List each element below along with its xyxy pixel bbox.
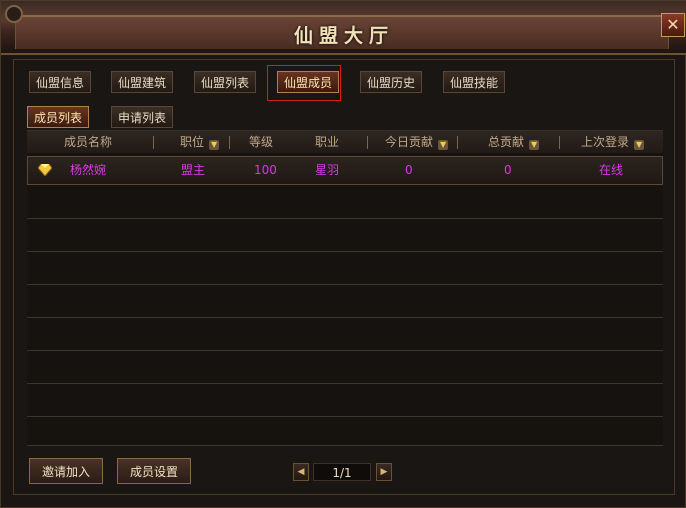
active-tab-highlight <box>267 65 341 101</box>
member-level: 100 <box>254 163 277 177</box>
tab-guild-list[interactable]: 仙盟列表 <box>194 71 257 93</box>
table-header: 成员名称 职位 ▼ 等级 职业 今日贡献 ▼ 总贡献 ▼ 上次登录 ▼ <box>27 131 663 153</box>
tab-guild-history[interactable]: 仙盟历史 <box>360 71 423 93</box>
member-name: 杨然婉 <box>70 163 107 177</box>
header-last-login-label: 上次登录 <box>581 135 630 149</box>
member-total-contribution: 0 <box>504 163 512 177</box>
subtab-member-list[interactable]: 成员列表 <box>27 106 90 128</box>
header-last-login[interactable]: 上次登录 ▼ <box>581 131 645 153</box>
sort-arrow-icon[interactable]: ▼ <box>209 140 220 150</box>
header-class: 职业 <box>315 135 340 149</box>
invite-button[interactable]: 邀请加入 <box>29 458 104 484</box>
member-today-contribution: 0 <box>405 163 413 177</box>
header-total-contribution-label: 总贡献 <box>488 135 525 149</box>
member-settings-button[interactable]: 成员设置 <box>117 458 192 484</box>
table-row <box>27 351 663 384</box>
sort-arrow-icon[interactable]: ▼ <box>634 140 645 150</box>
member-last-login: 在线 <box>599 163 624 177</box>
prev-page-icon[interactable]: ◀ <box>293 463 309 481</box>
member-class: 星羽 <box>315 163 340 177</box>
tab-guild-buildings[interactable]: 仙盟建筑 <box>111 71 174 93</box>
guild-hall-window: 仙盟大厅 ✕ 仙盟信息 仙盟建筑 仙盟列表 仙盟成员 仙盟历史 仙盟技能 成员列… <box>0 0 686 508</box>
header-position[interactable]: 职位 ▼ <box>180 131 220 153</box>
header-divider <box>457 136 458 149</box>
header-position-label: 职位 <box>180 135 205 149</box>
header-divider <box>153 136 154 149</box>
header-divider <box>559 136 560 149</box>
header-member-name: 成员名称 <box>64 135 113 149</box>
window-title: 仙盟大厅 <box>293 25 394 47</box>
header-today-contribution[interactable]: 今日贡献 ▼ <box>385 131 449 153</box>
header-divider <box>229 136 230 149</box>
sort-arrow-icon[interactable]: ▼ <box>529 140 540 150</box>
table-row <box>27 186 663 219</box>
page-indicator: 1/1 <box>313 463 371 481</box>
member-table: 成员名称 职位 ▼ 等级 职业 今日贡献 ▼ 总贡献 ▼ 上次登录 ▼ 杨然婉 盟主 1… <box>27 130 663 446</box>
header-today-contribution-label: 今日贡献 <box>385 135 434 149</box>
sort-arrow-icon[interactable]: ▼ <box>438 140 449 150</box>
table-row <box>27 219 663 252</box>
table-row[interactable]: 杨然婉 盟主 100 星羽 0 0 在线 <box>27 156 663 185</box>
table-row <box>27 417 663 446</box>
subtab-application-list[interactable]: 申请列表 <box>111 106 174 128</box>
table-row <box>27 384 663 417</box>
tab-guild-skills[interactable]: 仙盟技能 <box>443 71 506 93</box>
table-row <box>27 252 663 285</box>
next-page-icon[interactable]: ▶ <box>376 463 392 481</box>
header-total-contribution[interactable]: 总贡献 ▼ <box>488 131 540 153</box>
header-divider <box>367 136 368 149</box>
tab-guild-info[interactable]: 仙盟信息 <box>29 71 92 93</box>
member-position: 盟主 <box>181 163 206 177</box>
diamond-icon <box>38 164 52 176</box>
close-icon[interactable]: ✕ <box>661 13 685 37</box>
table-row <box>27 318 663 351</box>
table-row <box>27 285 663 318</box>
header-level: 等级 <box>249 135 274 149</box>
